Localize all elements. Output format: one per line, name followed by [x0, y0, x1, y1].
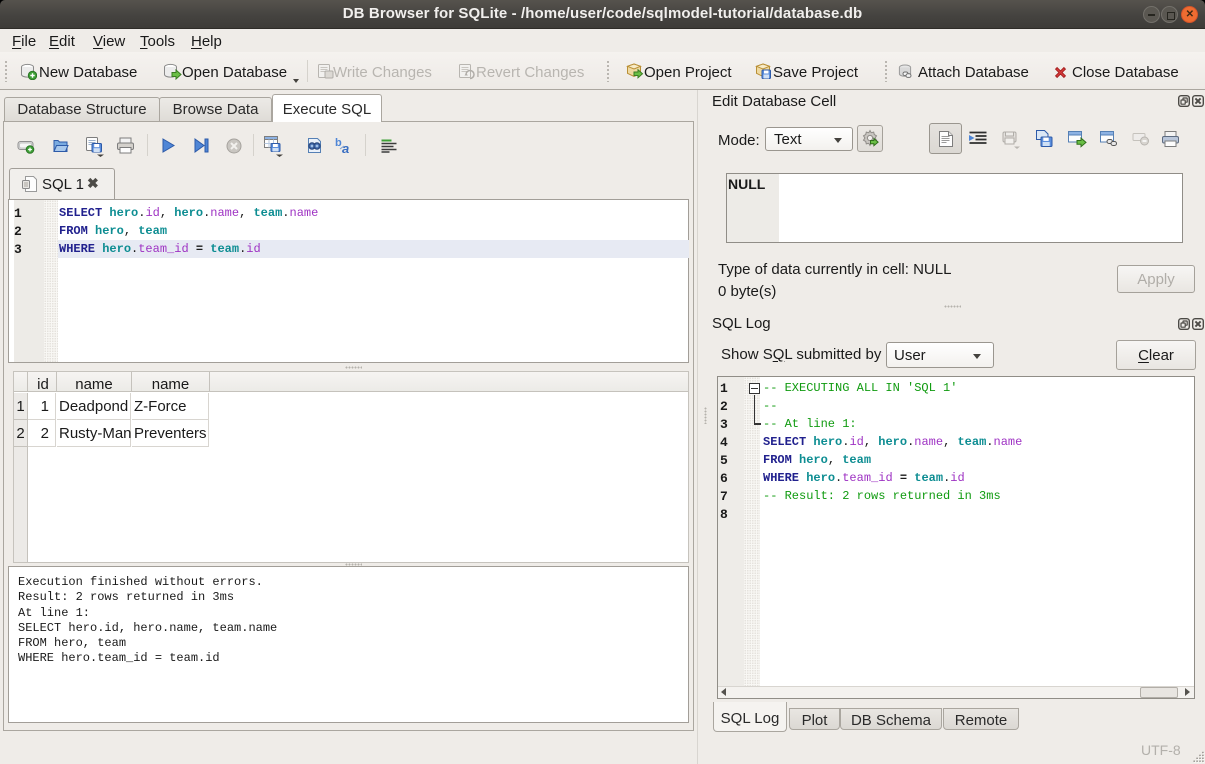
- svg-text:a: a: [342, 141, 349, 156]
- svg-text:b: b: [335, 137, 342, 149]
